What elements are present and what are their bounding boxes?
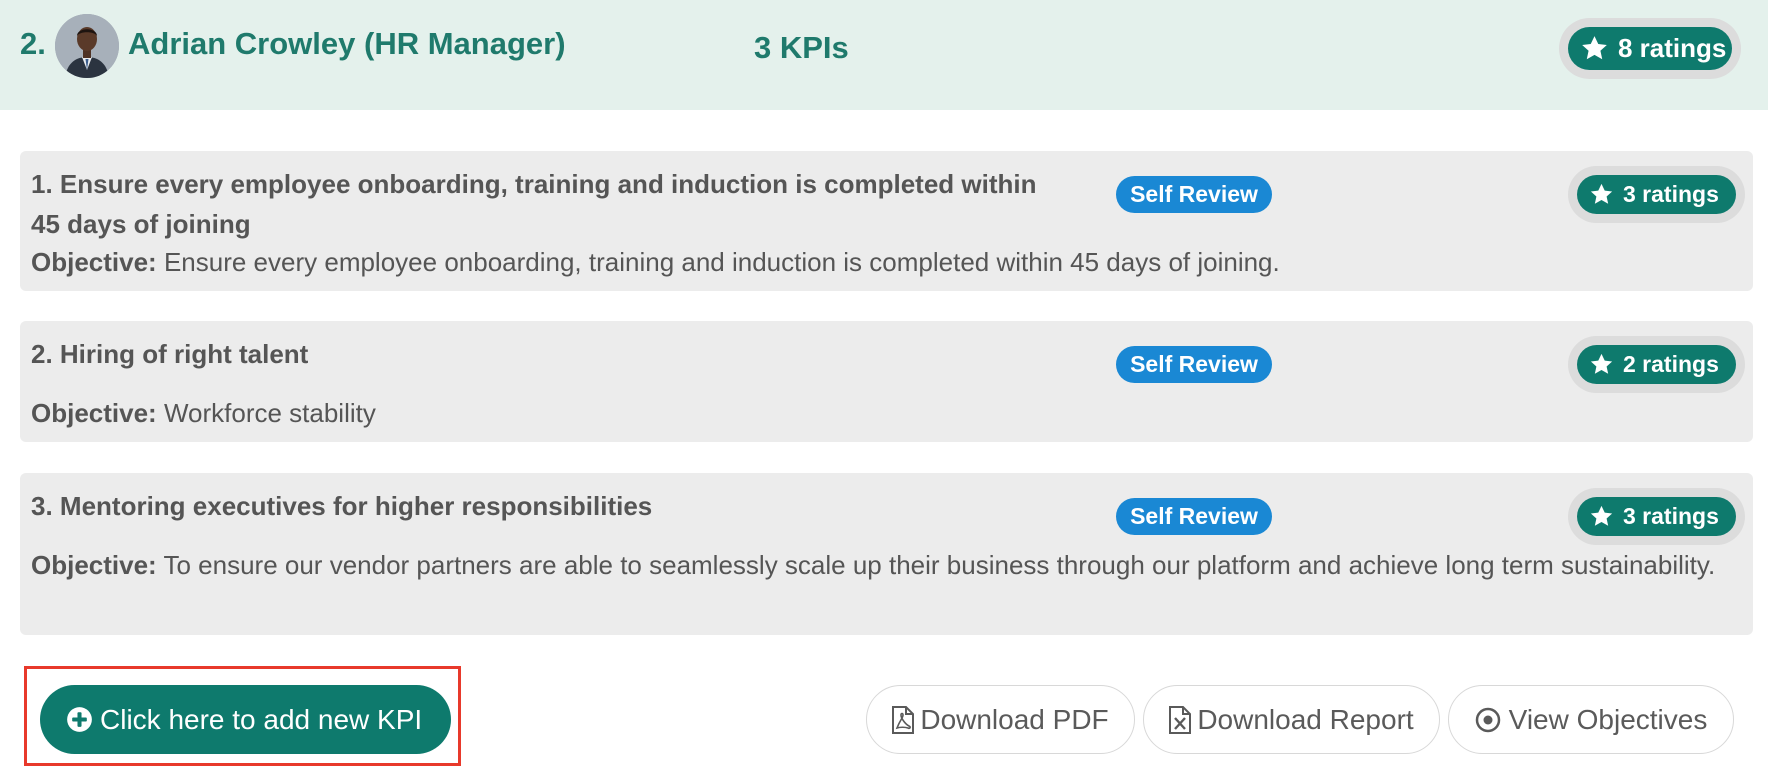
kpi-ratings-badge[interactable]: 2 ratings [1568, 336, 1745, 393]
ratings-pill[interactable]: 2 ratings [1577, 345, 1736, 384]
ratings-pill[interactable]: 3 ratings [1577, 175, 1736, 214]
view-objectives-label: View Objectives [1508, 703, 1708, 735]
star-icon [1590, 183, 1613, 204]
kpi-objective: Objective: Ensure every employee onboard… [31, 242, 1731, 282]
kpi-objective: Objective: To ensure our vendor partners… [31, 545, 1731, 585]
download-report-label: Download Report [1197, 703, 1414, 735]
objective-label: Objective: [31, 247, 157, 277]
avatar [55, 14, 119, 78]
self-review-badge[interactable]: Self Review [1116, 176, 1272, 213]
kpi-title[interactable]: 3. Mentoring executives for higher respo… [31, 486, 1041, 526]
star-icon [1590, 505, 1613, 526]
target-icon [1475, 707, 1500, 732]
file-excel-icon [1169, 705, 1192, 734]
self-review-badge[interactable]: Self Review [1116, 346, 1272, 383]
objective-text: Workforce stability [163, 398, 376, 428]
employee-name[interactable]: Adrian Crowley (HR Manager) [128, 26, 566, 62]
objective-label: Objective: [31, 398, 157, 428]
star-icon [1582, 36, 1607, 60]
self-review-badge[interactable]: Self Review [1116, 498, 1272, 535]
file-pdf-icon [892, 705, 915, 734]
objective-label: Objective: [31, 550, 157, 580]
kpi-title[interactable]: 2. Hiring of right talent [31, 334, 1041, 374]
kpi-card: 1. Ensure every employee onboarding, tra… [20, 151, 1753, 291]
star-icon [1590, 353, 1613, 374]
kpi-card: 2. Hiring of right talent Objective: Wor… [20, 321, 1753, 442]
ratings-count: 2 ratings [1623, 351, 1719, 377]
view-objectives-button[interactable]: View Objectives [1448, 685, 1734, 754]
download-report-button[interactable]: Download Report [1143, 685, 1440, 754]
download-pdf-label: Download PDF [920, 703, 1109, 735]
kpi-count: 3 KPIs [754, 30, 849, 65]
add-kpi-button[interactable]: Click here to add new KPI [40, 685, 451, 754]
objective-text: Ensure every employee onboarding, traini… [163, 247, 1280, 277]
ratings-pill[interactable]: 3 ratings [1577, 497, 1736, 536]
employee-number: 2. [20, 26, 46, 61]
ratings-count: 8 ratings [1618, 33, 1727, 63]
employee-header: 2. Adrian Crowley (HR Manager) 3 KPIs 8 … [0, 0, 1768, 110]
ratings-pill[interactable]: 8 ratings [1568, 27, 1732, 70]
kpi-ratings-badge[interactable]: 3 ratings [1568, 166, 1745, 223]
ratings-count: 3 ratings [1623, 181, 1719, 207]
add-kpi-label: Click here to add new KPI [100, 703, 423, 735]
objective-text: To ensure our vendor partners are able t… [163, 550, 1716, 580]
ratings-count: 3 ratings [1623, 503, 1719, 529]
kpi-ratings-badge[interactable]: 3 ratings [1568, 488, 1745, 545]
kpi-card: 3. Mentoring executives for higher respo… [20, 473, 1753, 635]
download-pdf-button[interactable]: Download PDF [866, 685, 1135, 754]
employee-ratings-badge[interactable]: 8 ratings [1559, 18, 1741, 79]
kpi-objective: Objective: Workforce stability [31, 393, 1731, 433]
kpi-title[interactable]: 1. Ensure every employee onboarding, tra… [31, 164, 1041, 244]
plus-circle-icon [67, 707, 92, 732]
